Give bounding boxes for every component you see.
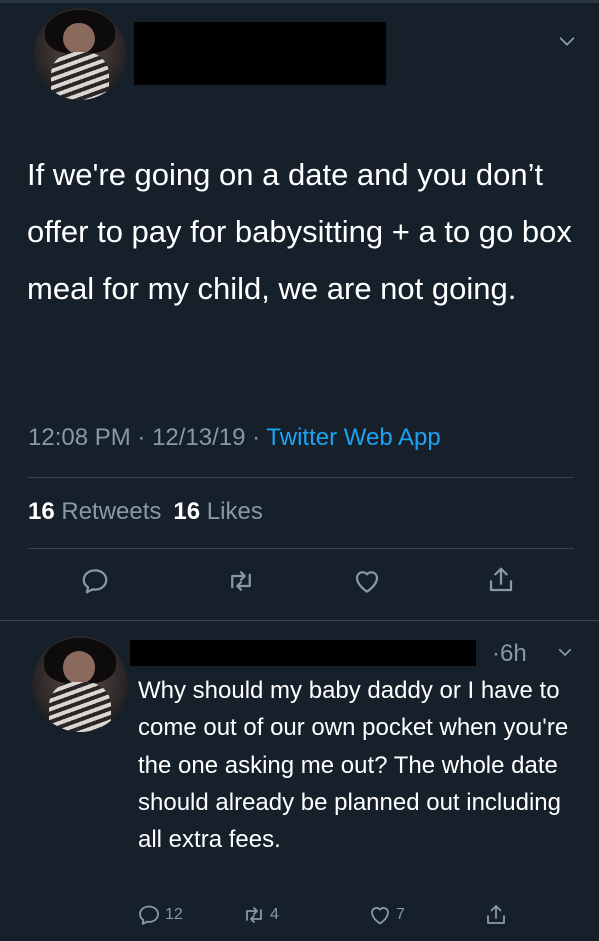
likes-stat[interactable]: 16 Likes [173, 498, 262, 525]
chevron-down-icon[interactable] [556, 643, 574, 661]
divider [28, 548, 574, 549]
retweet-icon [246, 907, 262, 923]
redacted-username [130, 640, 476, 666]
meta-separator: · [137, 424, 153, 451]
share-icon [487, 905, 505, 924]
avatar-outfit [49, 682, 111, 732]
share-icon[interactable] [486, 565, 516, 595]
retweet-count: 4 [270, 906, 279, 923]
tweet-stats: 16 Retweets 16 Likes [28, 498, 263, 526]
tweet-source[interactable]: Twitter Web App [266, 424, 440, 451]
tweet-meta: 12:08 PM · 12/13/19 · Twitter Web App [28, 424, 441, 452]
retweets-label: Retweets [61, 498, 162, 525]
retweet-icon[interactable] [226, 566, 256, 596]
retweets-stat[interactable]: 16 Retweets [28, 498, 161, 525]
retweet-button[interactable]: 4 [242, 902, 279, 928]
reply-text: Why should my baby daddy or I have to co… [138, 677, 569, 854]
avatar-face [62, 651, 96, 684]
share-button[interactable] [484, 902, 508, 928]
reply-icon[interactable] [80, 566, 110, 596]
reply-button[interactable]: 12 [137, 902, 183, 928]
tweet-date[interactable]: 12/13/19 [152, 424, 245, 451]
like-count: 7 [396, 906, 405, 923]
likes-label: Likes [206, 498, 263, 525]
divider [28, 477, 574, 478]
tweet-time[interactable]: 12:08 PM [28, 424, 131, 451]
avatar-face [63, 22, 95, 54]
like-icon[interactable] [352, 566, 382, 596]
retweets-count: 16 [28, 498, 55, 525]
like-button[interactable]: 7 [368, 902, 405, 928]
meta-separator: · [252, 424, 267, 451]
redacted-username [134, 22, 386, 85]
tweet-text: If we're going on a date and you don’t o… [27, 157, 572, 306]
avatar-outfit [50, 52, 110, 100]
like-icon [371, 907, 389, 925]
reply-timestamp[interactable]: ·6h [492, 640, 527, 668]
divider [0, 620, 599, 621]
likes-count: 16 [173, 498, 201, 525]
reply-author-avatar[interactable] [32, 636, 128, 732]
author-avatar[interactable] [34, 8, 126, 100]
reply-icon [139, 905, 159, 925]
reply-count: 12 [165, 906, 183, 923]
chevron-down-icon[interactable] [556, 30, 578, 52]
top-border [0, 0, 599, 3]
